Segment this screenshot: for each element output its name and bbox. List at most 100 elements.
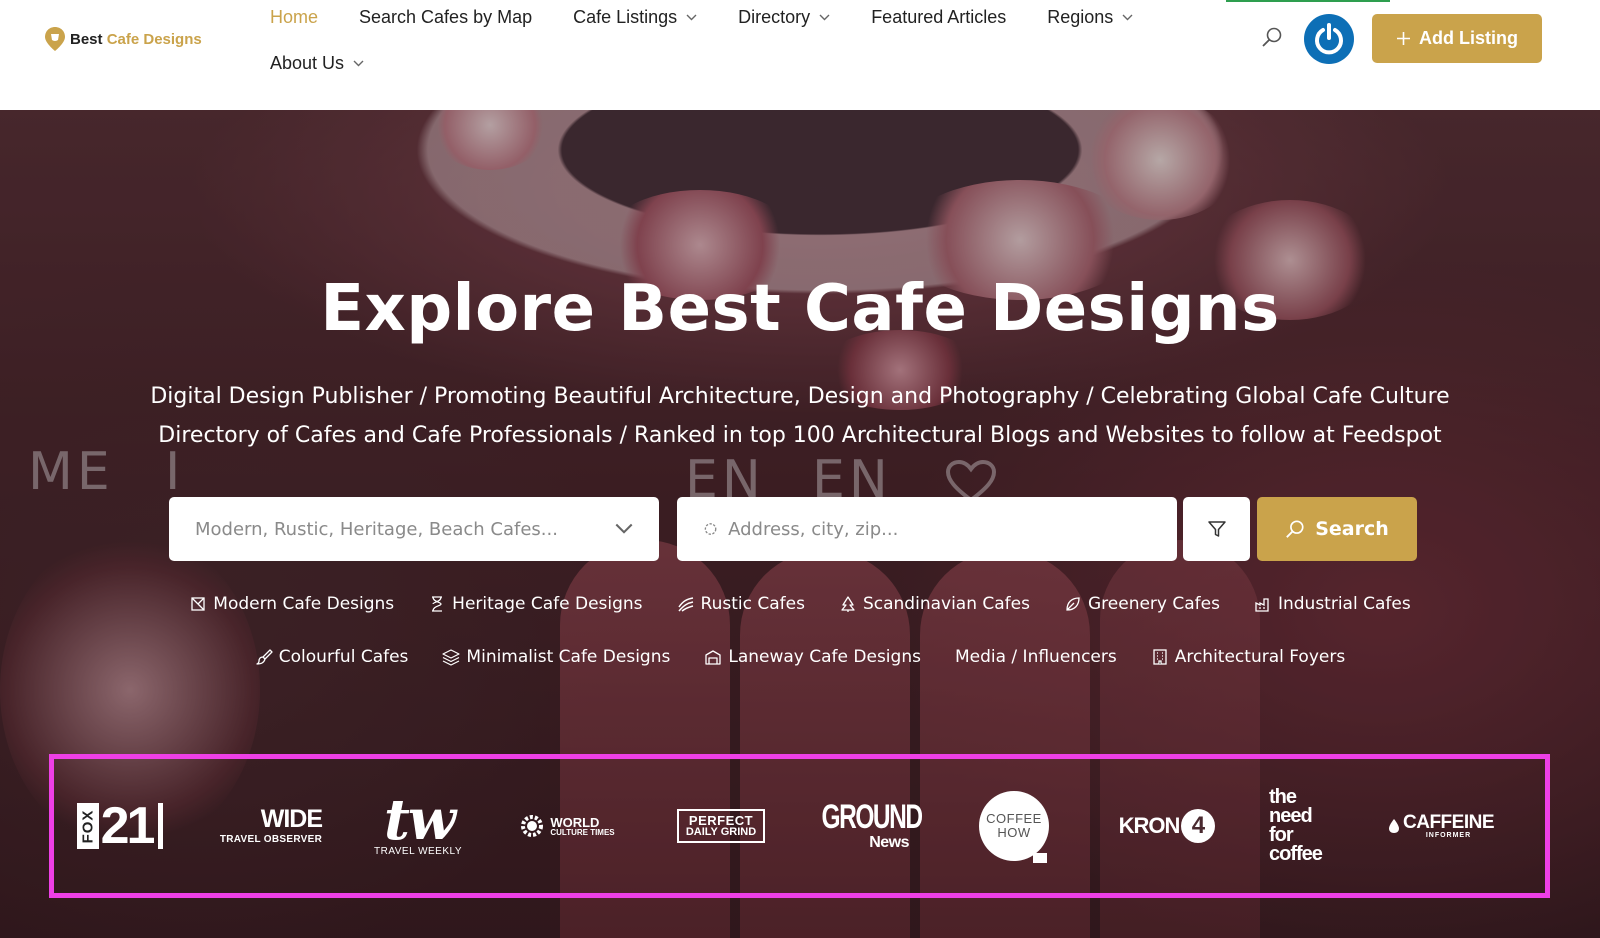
category-label: Greenery Cafes (1087, 594, 1220, 614)
nav-label: Directory (738, 6, 811, 27)
category-rustic-cafes[interactable]: Rustic Cafes (677, 594, 805, 614)
category-media-influencers[interactable]: Media / Influencers (955, 647, 1117, 667)
category-label: Rustic Cafes (700, 594, 805, 614)
filter-button[interactable] (1183, 497, 1250, 561)
category-label: Heritage Cafe Designs (452, 594, 643, 614)
category-label: Colourful Cafes (278, 647, 409, 667)
logo-word-best: Best (70, 30, 103, 48)
search-button-label: Search (1315, 518, 1389, 540)
logo-text: Best Cafe Designs (70, 31, 202, 48)
chevron-down-icon (353, 60, 364, 66)
nav-label: Search Cafes by Map (359, 6, 533, 27)
nav-featured-articles[interactable]: Featured Articles (871, 7, 1006, 28)
coffee-how-logo: COFFEE HOW (978, 759, 1050, 893)
category-label: Modern Cafe Designs (213, 594, 395, 614)
add-listing-label: Add Listing (1419, 28, 1518, 48)
need-for-coffee-line-4: coffee (1269, 843, 1323, 865)
nav-label: Cafe Listings (573, 6, 678, 27)
category-label: Laneway Cafe Designs (728, 647, 921, 667)
factory-icon (1255, 598, 1269, 612)
wide-logo-sub: TRAVEL OBSERVER (219, 834, 323, 845)
nav-label: Featured Articles (871, 6, 1007, 27)
hero-section: ME I EN EN Explore Best Cafe Designs Dig… (0, 110, 1600, 938)
category-label: Industrial Cafes (1277, 594, 1411, 614)
user-avatar[interactable] (1304, 14, 1354, 64)
drop-icon (1389, 819, 1399, 833)
category-select-placeholder: Modern, Rustic, Heritage, Beach Cafes... (195, 518, 558, 540)
category-select[interactable]: Modern, Rustic, Heritage, Beach Cafes... (169, 497, 659, 561)
travel-weekly-logo-text: tw (383, 787, 456, 854)
add-listing-button[interactable]: Add Listing (1372, 14, 1542, 63)
location-field[interactable] (677, 497, 1177, 561)
category-laneway-cafe-designs[interactable]: Laneway Cafe Designs (704, 647, 921, 667)
category-architectural-foyers[interactable]: Architectural Foyers (1151, 647, 1345, 667)
building-icon (1153, 649, 1167, 665)
nav-label: About Us (270, 52, 345, 73)
nav-search-cafes-by-map[interactable]: Search Cafes by Map (359, 7, 532, 28)
category-heritage-cafe-designs[interactable]: Heritage Cafe Designs (428, 594, 643, 614)
category-colourful-cafes[interactable]: Colourful Cafes (255, 647, 409, 667)
travel-weekly-logo: tw TRAVEL WEEKLY (364, 759, 474, 893)
fox21-fox-text: FOX (79, 809, 97, 843)
category-links-row-2: Colourful Cafes Minimalist Cafe Designs … (0, 647, 1600, 667)
nav-label: Home (270, 6, 319, 27)
travel-weekly-logo-sub: TRAVEL WEEKLY (374, 845, 463, 857)
kron4-logo: KRON 4 (1112, 759, 1222, 893)
world-culture-times-logo: WORLD CULTURE TIMES (509, 759, 624, 893)
tree-icon (841, 596, 855, 612)
wide-travel-observer-logo: WIDE TRAVEL OBSERVER (216, 759, 326, 893)
layers-icon (442, 649, 461, 666)
category-label: Scandinavian Cafes (862, 594, 1030, 614)
category-scandinavian-cafes[interactable]: Scandinavian Cafes (839, 594, 1030, 614)
category-modern-cafe-designs[interactable]: Modern Cafe Designs (189, 594, 394, 614)
search-button[interactable]: Search (1257, 497, 1417, 561)
nav-regions[interactable]: Regions (1047, 7, 1133, 28)
fox21-number: 21 (100, 797, 156, 855)
category-industrial-cafes[interactable]: Industrial Cafes (1254, 594, 1411, 614)
category-label: Media / Influencers (954, 647, 1117, 667)
perfect-daily-grind-sub: DAILY GRIND (685, 826, 757, 838)
caffeine-informer-sub: INFORMER (1425, 832, 1472, 839)
world-culture-times-text: WORLD (550, 814, 600, 830)
fox21-logo: FOX 21 (72, 759, 168, 893)
nav-row-1: Home Search Cafes by Map Cafe Listings D… (270, 0, 1190, 34)
nav-cafe-listings[interactable]: Cafe Listings (573, 7, 697, 28)
nav-directory[interactable]: Directory (738, 7, 830, 28)
header-top-accent (1226, 0, 1390, 2)
coffee-how-text: COFFEE (986, 811, 1042, 827)
chevron-down-icon (1122, 14, 1133, 20)
category-greenery-cafes[interactable]: Greenery Cafes (1064, 594, 1220, 614)
nav-about-us[interactable]: About Us (270, 53, 364, 74)
locate-icon (704, 523, 717, 535)
site-logo[interactable]: Best Cafe Designs (44, 26, 202, 52)
nav-label: Regions (1047, 6, 1114, 27)
logo-word-cafe-designs: Cafe Designs (106, 30, 202, 48)
hero-title: Explore Best Cafe Designs (320, 272, 1280, 346)
world-culture-times-sub: CULTURE TIMES (550, 827, 615, 837)
kron4-number: 4 (1191, 812, 1206, 839)
main-nav: Home Search Cafes by Map Cafe Listings D… (270, 0, 1190, 73)
category-links-row-1: Modern Cafe Designs Heritage Cafe Design… (0, 594, 1600, 614)
kron4-text: KRON (1118, 813, 1181, 838)
hourglass-icon (432, 596, 443, 612)
caffeine-informer-text: CAFFEINE (1403, 812, 1495, 833)
search-icon[interactable] (1261, 26, 1283, 48)
caffeine-informer-logo: CAFFEINE INFORMER (1387, 759, 1495, 893)
nav-row-2: About Us (270, 46, 405, 80)
ground-news-logo: GROUND News (821, 759, 923, 893)
chevron-down-icon (819, 14, 830, 20)
perfect-daily-grind-logo: PERFECT DAILY GRIND (666, 759, 776, 893)
hero-subtitle-line-2: Directory of Cafes and Cafe Professional… (158, 423, 1442, 448)
globe-gear-icon (521, 815, 544, 837)
location-input[interactable] (728, 518, 1157, 540)
category-label: Minimalist Cafe Designs (466, 647, 671, 667)
ground-news-sub: News (869, 834, 909, 851)
category-minimalist-cafe-designs[interactable]: Minimalist Cafe Designs (442, 647, 670, 667)
filter-icon (1207, 521, 1226, 537)
paint-brush-icon (256, 649, 273, 665)
ground-news-text: GROUND (821, 798, 923, 836)
site-header: Best Cafe Designs Home Search Cafes by M… (0, 0, 1600, 110)
nav-home[interactable]: Home (270, 7, 318, 28)
modern-icon (191, 597, 205, 611)
wide-logo-text: WIDE (260, 805, 323, 833)
